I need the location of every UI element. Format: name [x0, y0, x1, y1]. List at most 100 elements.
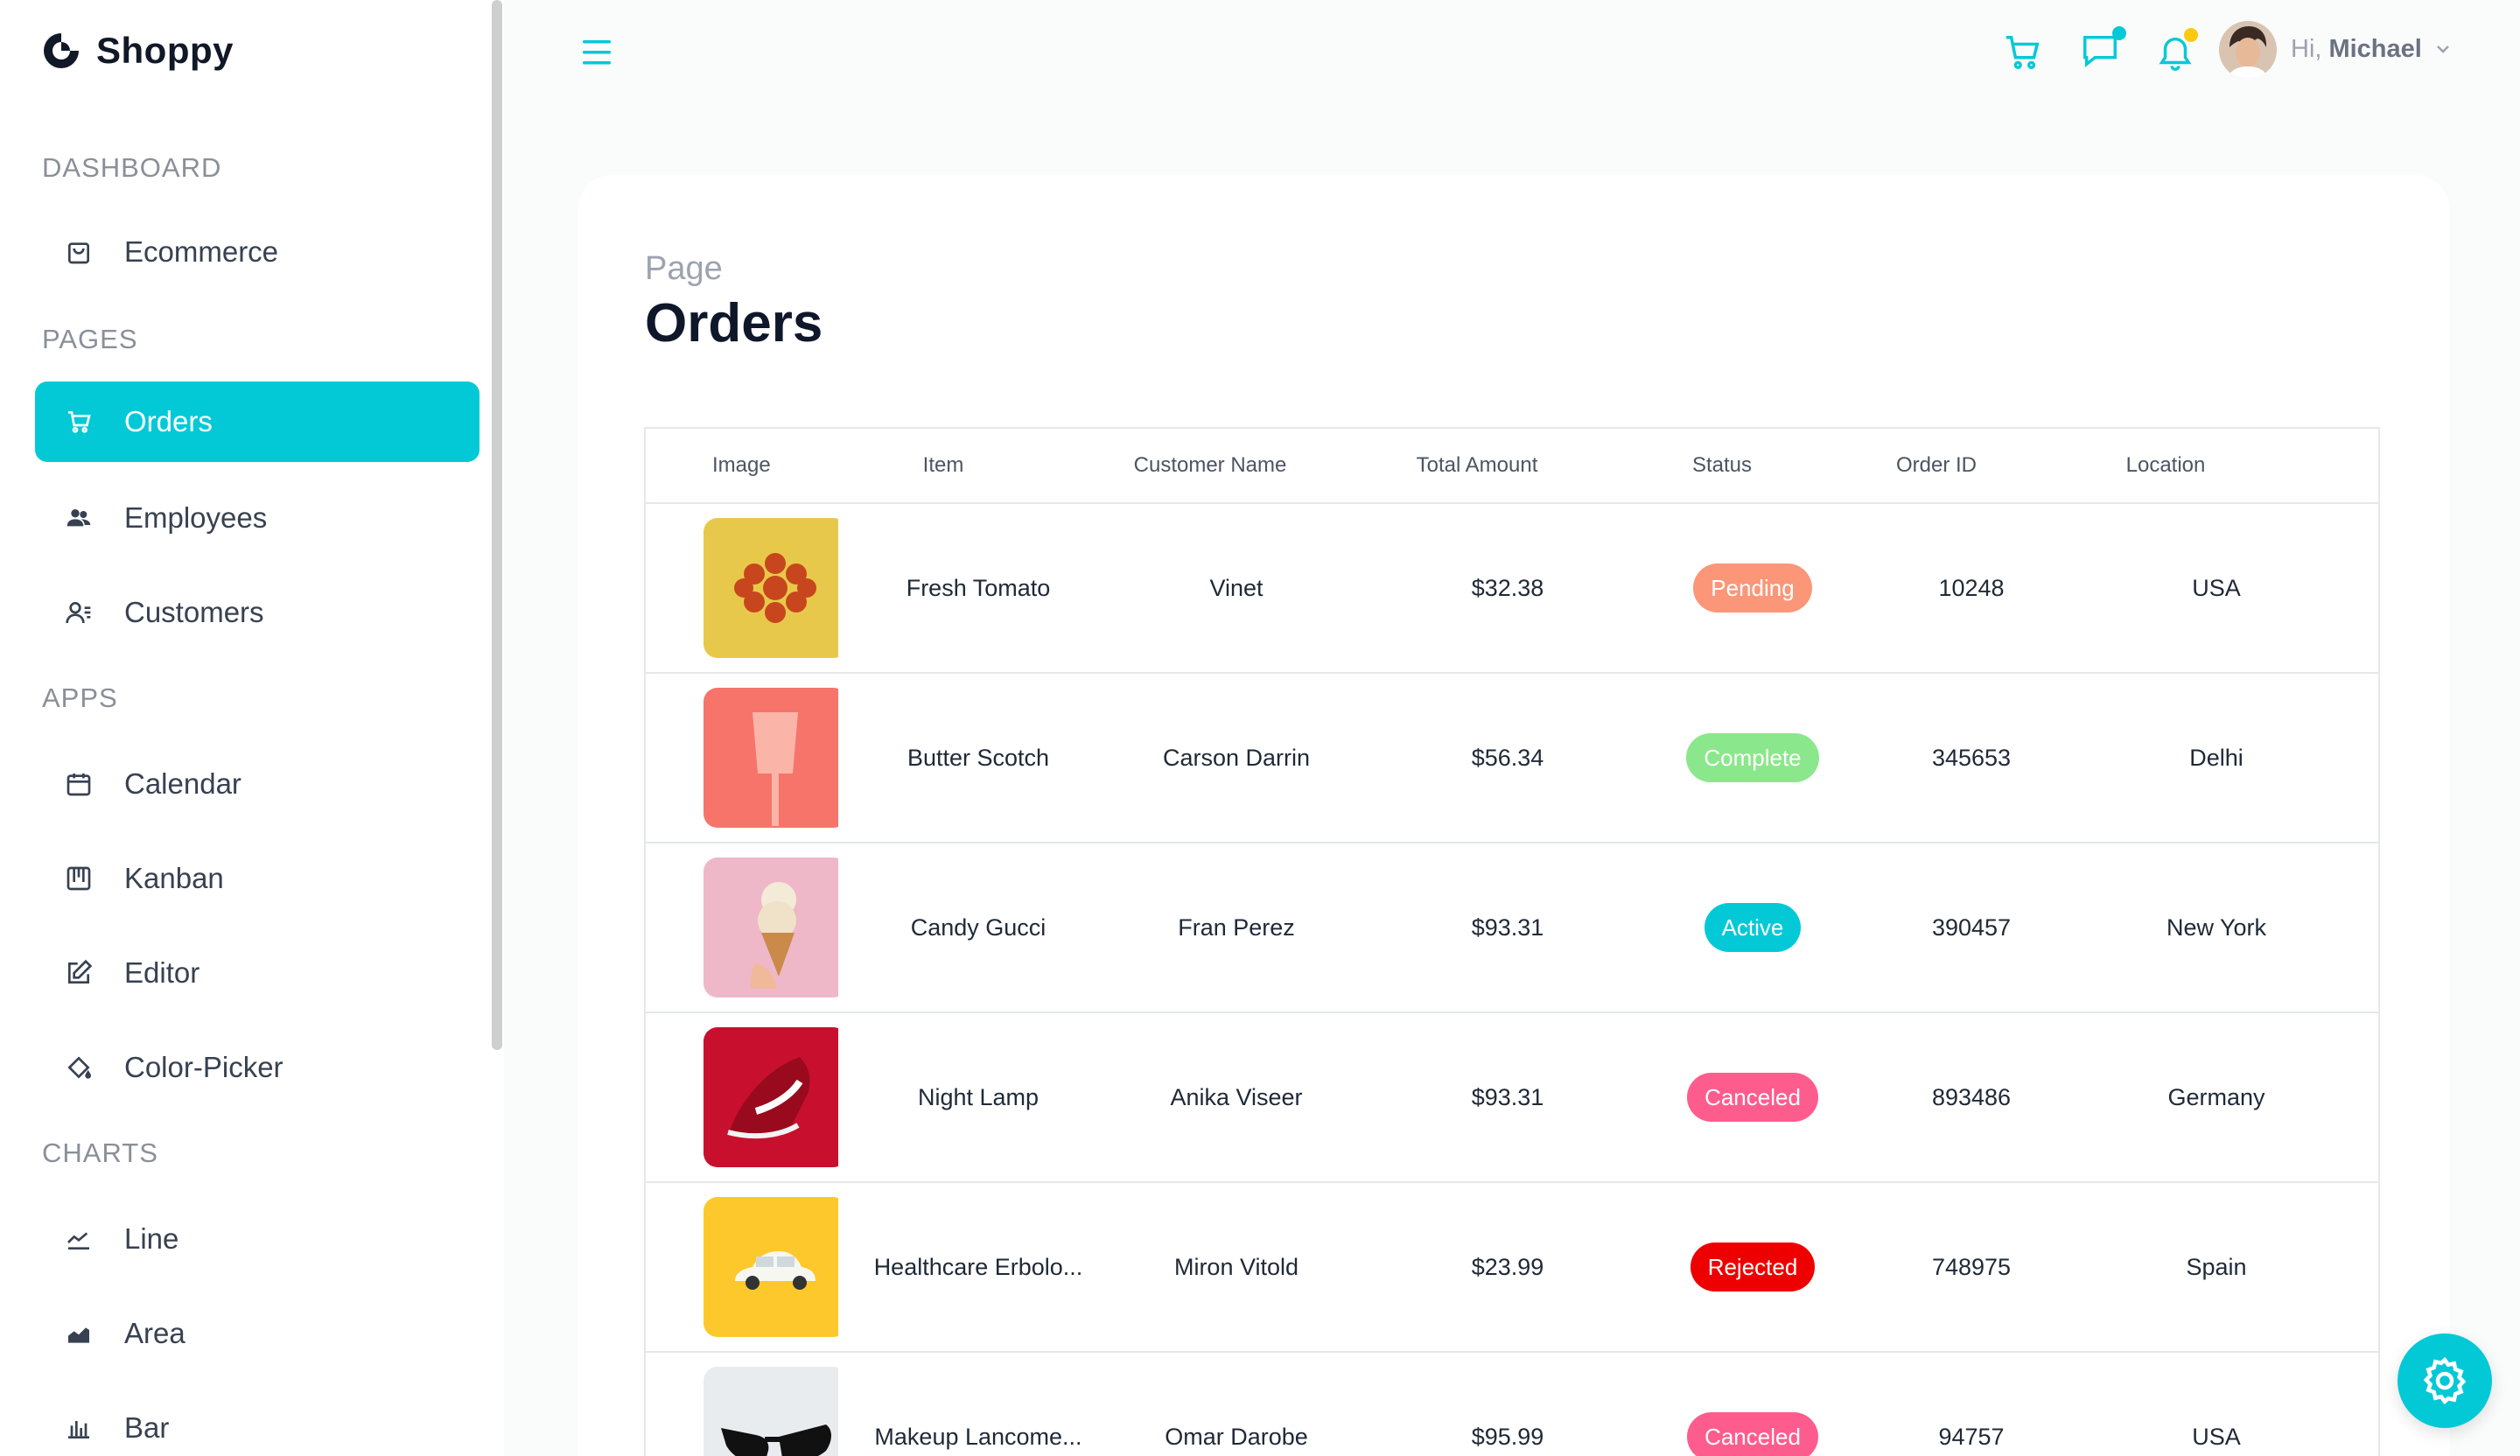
sidebar-item-label: Orders [124, 405, 213, 438]
table-row[interactable]: Candy Gucci Fran Perez $93.31 Active 390… [646, 844, 2378, 1013]
bar-chart-icon [63, 1412, 94, 1444]
table-row[interactable]: Butter Scotch Carson Darrin $56.34 Compl… [646, 674, 2378, 844]
sidebar-item-label: Line [124, 1222, 179, 1255]
status-cell: Active [1643, 903, 1862, 952]
column-header-order-id[interactable]: Order ID [1862, 453, 2011, 478]
amount-cell: $56.34 [1471, 744, 1544, 771]
amount-cell: $93.31 [1471, 1083, 1544, 1110]
sidebar-scrollbar[interactable] [492, 0, 502, 1050]
column-header-customer-name[interactable]: Customer Name [1048, 453, 1372, 478]
brand-name: Shoppy [96, 30, 234, 71]
order-id-cell: 10248 [1938, 574, 2005, 601]
status-cell: Canceled [1643, 1073, 1862, 1122]
section-charts: CHARTS [42, 1138, 158, 1168]
image-cell [646, 1197, 838, 1337]
order-id-cell: 390457 [1931, 914, 2012, 941]
greeting-text: Hi, [2291, 35, 2322, 63]
customer-cell: Omar Darobe [1165, 1423, 1308, 1450]
table-row[interactable]: Night Lamp Anika Viseer $93.31 Canceled … [646, 1013, 2378, 1183]
edit-icon [63, 957, 94, 989]
sidebar-item-line[interactable]: Line [35, 1199, 480, 1279]
column-header-total-amount[interactable]: Total Amount [1372, 453, 1582, 478]
line-chart-icon [63, 1223, 94, 1255]
kanban-icon [63, 863, 94, 894]
column-header-item[interactable]: Item [838, 453, 1048, 478]
location-cell: Spain [2186, 1253, 2247, 1280]
status-cell: Rejected [1643, 1242, 1862, 1292]
location-cell: USA [2192, 1423, 2241, 1450]
orders-grid: Image Item Customer Name Total Amount St… [644, 427, 2380, 1456]
table-row[interactable]: Makeup Lancome... Omar Darobe $95.99 Can… [646, 1353, 2378, 1456]
location-cell: New York [2166, 914, 2267, 941]
item-cell: Night Lamp [917, 1083, 1040, 1110]
product-image-toy-car [704, 1197, 838, 1337]
cart-button[interactable] [1997, 26, 2049, 79]
section-dashboard: DASHBOARD [42, 152, 222, 183]
item-cell: Candy Gucci [910, 914, 1046, 941]
gear-icon [2423, 1356, 2467, 1405]
amount-cell: $23.99 [1471, 1253, 1544, 1280]
sidebar-item-label: Employees [124, 501, 268, 534]
product-image-shoe [704, 1027, 838, 1167]
sidebar: Shoppy DASHBOARD Ecommerce PAGES Orders … [0, 0, 504, 1456]
page-subtitle: Page [645, 250, 723, 287]
location-cell: Delhi [2189, 744, 2244, 771]
people-icon [63, 502, 94, 534]
sidebar-item-orders[interactable]: Orders [35, 382, 480, 462]
sidebar-item-area[interactable]: Area [35, 1293, 480, 1374]
item-cell: Fresh Tomato [906, 574, 1051, 601]
order-id-cell: 893486 [1931, 1083, 2012, 1110]
sidebar-item-label: Bar [124, 1411, 170, 1444]
sidebar-item-calendar[interactable]: Calendar [35, 744, 480, 824]
chevron-down-icon[interactable] [2432, 40, 2454, 58]
image-cell [646, 518, 838, 658]
notification-button[interactable] [2149, 26, 2202, 79]
sidebar-item-label: Area [124, 1317, 186, 1349]
shopping-bag-icon [63, 236, 94, 268]
section-pages: PAGES [42, 324, 138, 354]
sidebar-item-label: Calendar [124, 767, 242, 800]
amount-cell: $95.99 [1471, 1423, 1544, 1450]
status-badge: Rejected [1690, 1242, 1816, 1292]
status-cell: Canceled [1643, 1412, 1862, 1456]
user-greeting[interactable]: Hi, Michael [2291, 35, 2422, 64]
location-cell: Germany [2167, 1083, 2265, 1110]
status-badge: Active [1704, 903, 1802, 952]
sidebar-item-ecommerce[interactable]: Ecommerce [35, 212, 480, 292]
sidebar-item-kanban[interactable]: Kanban [35, 838, 480, 919]
customer-cell: Carson Darrin [1162, 744, 1311, 771]
shoppy-logo-icon [44, 33, 79, 68]
sidebar-item-color-picker[interactable]: Color-Picker [35, 1027, 480, 1108]
amount-cell: $93.31 [1471, 914, 1544, 941]
sidebar-item-label: Color-Picker [124, 1051, 284, 1083]
bell-badge-dot [2184, 28, 2198, 42]
column-header-status[interactable]: Status [1582, 453, 1862, 478]
sidebar-item-label: Editor [124, 956, 200, 989]
status-cell: Complete [1643, 733, 1862, 782]
sidebar-item-editor[interactable]: Editor [35, 933, 480, 1013]
item-cell: Butter Scotch [906, 744, 1050, 771]
order-id-cell: 345653 [1931, 744, 2012, 771]
chat-badge-dot [2112, 26, 2126, 40]
customers-icon [63, 597, 94, 628]
chat-button[interactable] [2074, 24, 2126, 77]
customer-cell: Fran Perez [1178, 914, 1295, 941]
sidebar-item-customers[interactable]: Customers [35, 572, 480, 653]
status-badge: Pending [1693, 564, 1812, 612]
customer-cell: Anika Viseer [1170, 1083, 1303, 1110]
sidebar-item-label: Ecommerce [124, 235, 279, 268]
brand-logo[interactable]: Shoppy [40, 30, 234, 72]
column-header-location[interactable]: Location [2011, 453, 2320, 478]
user-name: Michael [2328, 35, 2422, 63]
grid-header: Image Item Customer Name Total Amount St… [646, 429, 2378, 504]
amount-cell: $32.38 [1471, 574, 1544, 601]
settings-button[interactable] [2398, 1334, 2492, 1428]
sidebar-item-employees[interactable]: Employees [35, 478, 480, 558]
table-row[interactable]: Healthcare Erbolo... Miron Vitold $23.99… [646, 1183, 2378, 1353]
menu-icon[interactable] [579, 35, 618, 70]
table-row[interactable]: Fresh Tomato Vinet $32.38 Pending 10248 … [646, 504, 2378, 674]
column-header-image[interactable]: Image [646, 453, 838, 478]
avatar[interactable] [2219, 21, 2277, 79]
location-cell: USA [2192, 574, 2241, 601]
sidebar-item-bar[interactable]: Bar [35, 1388, 480, 1456]
